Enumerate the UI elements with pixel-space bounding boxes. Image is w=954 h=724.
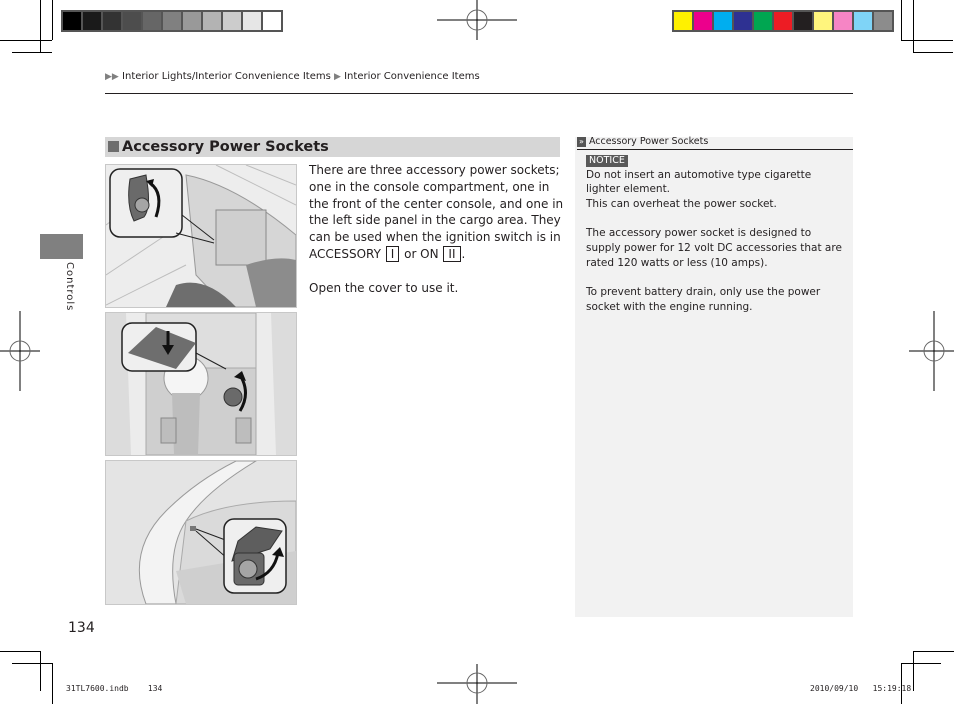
- color-swatch: [183, 12, 201, 30]
- section-square-icon: [108, 141, 119, 152]
- color-swatch: [163, 12, 181, 30]
- color-swatch: [103, 12, 121, 30]
- paragraph-text: or ON: [400, 246, 443, 261]
- breadcrumb-arrow-icon: ▶▶: [105, 72, 119, 82]
- crop-mark: [0, 40, 52, 41]
- crop-mark: [901, 0, 902, 40]
- color-swatch: [123, 12, 141, 30]
- crop-mark: [901, 40, 953, 41]
- cargo-area-socket-figure: [106, 461, 296, 604]
- color-swatch: [854, 12, 872, 30]
- registration-mark-left: [0, 311, 40, 391]
- crop-mark: [52, 663, 53, 704]
- center-console-front-socket-figure: [106, 313, 296, 455]
- color-swatch: [243, 12, 261, 30]
- sidebar-heading-text: Accessory Power Sockets: [588, 136, 709, 147]
- slug-time: 15:19:18: [872, 684, 912, 693]
- color-swatch: [674, 12, 692, 30]
- color-swatch: [143, 12, 161, 30]
- slug-page: 134: [147, 684, 163, 693]
- crop-mark: [913, 52, 953, 53]
- crop-mark: [913, 651, 914, 691]
- page-number: 134: [68, 620, 95, 636]
- color-swatch: [834, 12, 852, 30]
- ignition-accessory-key: I: [385, 245, 400, 262]
- header-rule: [105, 93, 853, 94]
- grayscale-color-bar: [61, 10, 283, 32]
- notice-text: Do not insert an automotive type cigaret…: [586, 168, 812, 196]
- color-swatch: [754, 12, 772, 30]
- illustration-cargo-area: [105, 460, 297, 605]
- color-swatch: [714, 12, 732, 30]
- color-swatch: [203, 12, 221, 30]
- crop-mark: [52, 0, 53, 40]
- color-swatch: [794, 12, 812, 30]
- registration-mark-right: [909, 311, 954, 391]
- crop-mark: [12, 663, 52, 664]
- slug-file: 31TL7600.indb 134: [66, 684, 162, 693]
- battery-drain-text: To prevent battery drain, only use the p…: [586, 286, 821, 313]
- color-swatch: [774, 12, 792, 30]
- registration-mark-top: [437, 0, 517, 40]
- chapter-tab-label: Controls: [64, 262, 75, 312]
- crop-mark: [913, 651, 954, 652]
- paragraph-open-cover: Open the cover to use it.: [309, 280, 459, 295]
- console-compartment-socket-figure: [106, 165, 296, 307]
- double-arrow-icon: »: [577, 137, 586, 147]
- crop-mark: [12, 52, 52, 53]
- section-heading: Accessory Power Sockets: [105, 137, 560, 157]
- slug-timestamp: 2010/09/10 15:19:18: [810, 684, 911, 693]
- notice-text: This can overheat the power socket.: [586, 198, 777, 211]
- crop-mark: [40, 0, 41, 52]
- crop-mark: [0, 651, 40, 652]
- slug-file-name: 31TL7600.indb: [66, 684, 129, 693]
- illustration-center-console-front: [105, 312, 297, 456]
- color-swatch: [263, 12, 281, 30]
- ignition-on-key: II: [443, 245, 461, 262]
- breadcrumb-item[interactable]: Interior Convenience Items: [344, 71, 480, 82]
- color-swatch: [694, 12, 712, 30]
- crop-mark: [40, 651, 41, 691]
- color-swatch: [223, 12, 241, 30]
- breadcrumb-arrow-icon: ▶: [334, 72, 341, 82]
- color-swatch: [63, 12, 81, 30]
- sidebar-heading: » Accessory Power Sockets: [577, 136, 853, 150]
- crop-mark: [913, 0, 914, 52]
- illustration-console-compartment: [105, 164, 297, 308]
- chapter-tab[interactable]: [40, 234, 83, 259]
- paragraph-socket-locations: There are three accessory power sockets;…: [309, 162, 564, 263]
- color-swatch: [734, 12, 752, 30]
- main-description: There are three accessory power sockets;…: [309, 162, 564, 296]
- slug-date: 2010/09/10: [810, 684, 859, 693]
- section-title: Accessory Power Sockets: [122, 139, 329, 155]
- registration-mark-bottom: [437, 664, 517, 704]
- sidebar-body: NOTICE Do not insert an automotive type …: [586, 153, 848, 329]
- color-swatch: [814, 12, 832, 30]
- color-swatch: [83, 12, 101, 30]
- color-swatch: [874, 12, 892, 30]
- crop-mark: [901, 663, 941, 664]
- breadcrumb-item[interactable]: Interior Lights/Interior Convenience Ite…: [122, 71, 331, 82]
- cmyk-color-bar: [672, 10, 894, 32]
- notice-badge: NOTICE: [586, 155, 628, 167]
- paragraph-text: .: [461, 246, 466, 261]
- rating-text: The accessory power socket is designed t…: [586, 227, 842, 269]
- breadcrumb: ▶▶ Interior Lights/Interior Convenience …: [105, 71, 480, 82]
